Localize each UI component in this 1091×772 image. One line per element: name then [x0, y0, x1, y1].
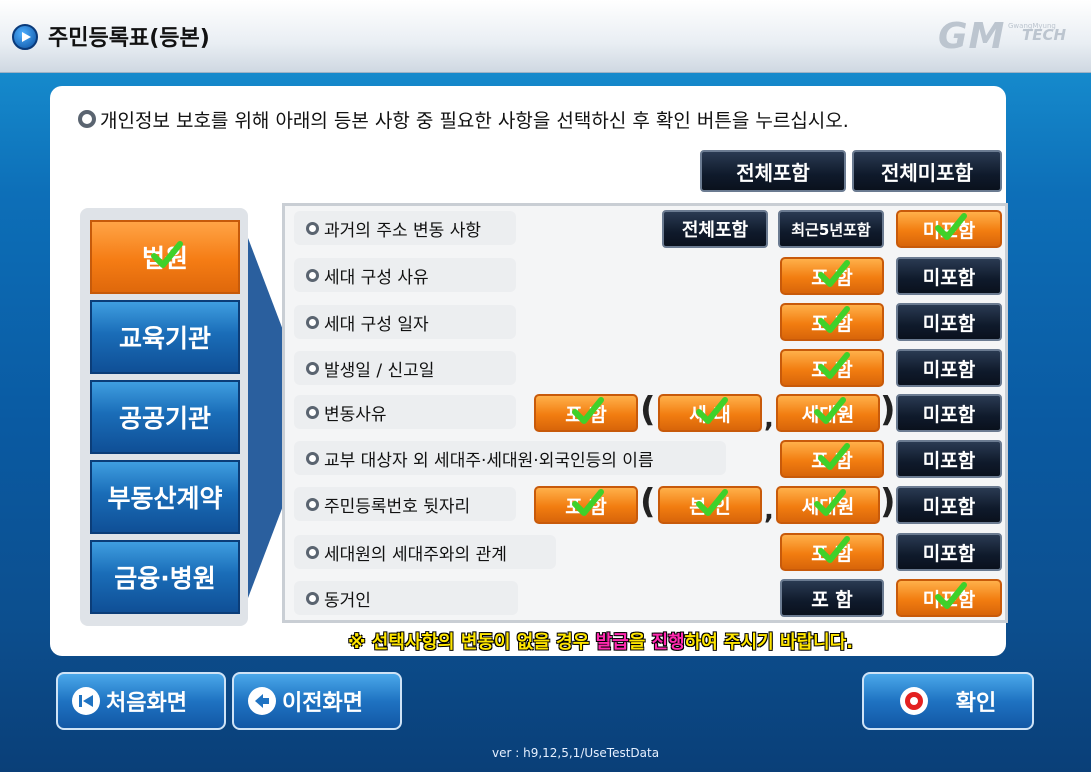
notice-part: 을 [628, 632, 652, 653]
check-icon [814, 397, 846, 424]
arrow-right-circle-icon [12, 24, 38, 50]
check-icon [818, 536, 850, 563]
bullet-icon [78, 110, 96, 128]
open-paren: ( [640, 482, 656, 522]
row-occurrence-date-include[interactable]: 포 함 [780, 349, 884, 387]
row-past-address-exclude[interactable]: 미포함 [896, 210, 1002, 248]
category-finance-hospital[interactable]: 금융·병원 [90, 540, 240, 614]
row-change-reason-members[interactable]: 세대원 [776, 394, 880, 432]
check-icon [818, 260, 850, 287]
row-label-household-reason: 세대 구성 사유 [294, 258, 516, 292]
confirm-button[interactable]: 확인 [862, 672, 1034, 730]
close-paren: ) [880, 390, 896, 430]
logo: GM [938, 16, 1006, 57]
row-cohabitant-include[interactable]: 포 함 [780, 579, 884, 617]
row-other-names-include[interactable]: 포 함 [780, 440, 884, 478]
row-occurrence-date-exclude[interactable]: 미포함 [896, 349, 1002, 387]
prev-button[interactable]: 이전화면 [232, 672, 402, 730]
home-button-label: 처음화면 [106, 691, 187, 716]
row-label-other-names: 교부 대상자 외 세대주·세대원·외국인등의 이름 [294, 441, 726, 475]
row-relationship-include[interactable]: 포 함 [780, 533, 884, 571]
home-icon [72, 687, 100, 715]
row-past-address-include-all[interactable]: 전체포함 [662, 210, 768, 248]
row-label-past-address: 과거의 주소 변동 사항 [294, 211, 516, 245]
row-change-reason-exclude[interactable]: 미포함 [896, 394, 1002, 432]
notice-part: 하여 주시기 바랍니다. [684, 632, 854, 653]
row-cohabitant-exclude[interactable]: 미포함 [896, 579, 1002, 617]
include-all-button[interactable]: 전체포함 [700, 150, 846, 192]
row-household-reason-exclude[interactable]: 미포함 [896, 257, 1002, 295]
notice-part: ※ 선택사항의 변동이 없을 경우 [348, 632, 596, 653]
comma: , [764, 496, 774, 526]
target-icon [899, 687, 928, 715]
comma: , [764, 404, 774, 434]
category-real-estate[interactable]: 부동산계약 [90, 460, 240, 534]
check-icon [935, 213, 967, 240]
row-past-address-recent5[interactable]: 최근5년포함 [778, 210, 884, 248]
check-icon [818, 306, 850, 333]
row-id-suffix-self[interactable]: 본 인 [658, 486, 762, 524]
row-label-relationship: 세대원의 세대주와의 관계 [294, 535, 556, 569]
row-household-reason-include[interactable]: 포 함 [780, 257, 884, 295]
notice-text: ※ 선택사항의 변동이 없을 경우 발급을 진행하여 주시기 바랍니다. [348, 628, 853, 654]
row-other-names-exclude[interactable]: 미포함 [896, 440, 1002, 478]
logo-sub: TECH [1022, 26, 1067, 44]
row-id-suffix-include[interactable]: 포 함 [534, 486, 638, 524]
notice-highlight: 발급 [595, 632, 629, 653]
check-icon [818, 352, 850, 379]
check-icon [818, 443, 850, 470]
row-label-id-suffix: 주민등록번호 뒷자리 [294, 487, 516, 521]
confirm-button-label: 확인 [955, 691, 997, 716]
check-icon [572, 397, 604, 424]
category-public[interactable]: 공공기관 [90, 380, 240, 454]
version-text: ver : h9,12,5,1/UseTestData [492, 746, 660, 760]
prev-button-label: 이전화면 [282, 691, 363, 716]
open-paren: ( [640, 390, 656, 430]
row-household-date-exclude[interactable]: 미포함 [896, 303, 1002, 341]
row-relationship-exclude[interactable]: 미포함 [896, 533, 1002, 571]
row-label-change-reason: 변동사유 [294, 395, 516, 429]
row-label-household-date: 세대 구성 일자 [294, 305, 516, 339]
row-change-reason-household[interactable]: 세 대 [658, 394, 762, 432]
category-education[interactable]: 교육기관 [90, 300, 240, 374]
close-paren: ) [880, 482, 896, 522]
row-id-suffix-exclude[interactable]: 미포함 [896, 486, 1002, 524]
check-icon [814, 489, 846, 516]
page-title: 주민등록표(등본) [48, 26, 210, 51]
check-icon [935, 582, 967, 609]
row-household-date-include[interactable]: 포 함 [780, 303, 884, 341]
row-id-suffix-members[interactable]: 세대원 [776, 486, 880, 524]
category-court[interactable]: 법원 [90, 220, 240, 294]
home-button[interactable]: 처음화면 [56, 672, 226, 730]
row-label-occurrence-date: 발생일 / 신고일 [294, 351, 516, 385]
row-change-reason-include[interactable]: 포 함 [534, 394, 638, 432]
exclude-all-button[interactable]: 전체미포함 [852, 150, 1002, 192]
check-icon [572, 489, 604, 516]
row-label-cohabitant: 동거인 [294, 581, 518, 615]
check-icon [696, 397, 728, 424]
check-icon [151, 241, 183, 268]
check-icon [696, 489, 728, 516]
notice-highlight: 진행 [651, 632, 685, 653]
selection-arrow [248, 238, 286, 598]
instruction-text: 개인정보 보호를 위해 아래의 등본 사항 중 필요한 사항을 선택하신 후 확… [100, 110, 849, 132]
back-arrow-icon [248, 687, 276, 715]
